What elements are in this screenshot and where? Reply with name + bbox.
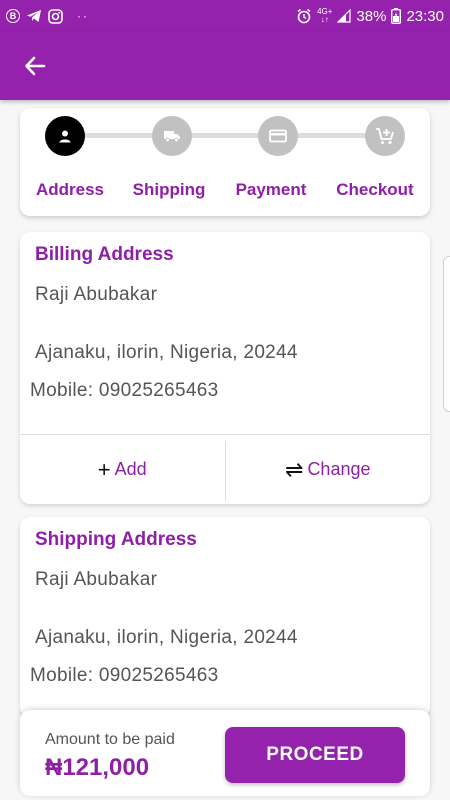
cart-add-icon <box>376 128 394 145</box>
billing-address-card: Billing Address Raji Abubakar Ajanaku, i… <box>20 232 430 504</box>
billing-address-title: Billing Address <box>35 244 174 265</box>
step-shipping-indicator[interactable] <box>152 116 192 156</box>
battery-charging-icon <box>391 8 402 24</box>
add-address-button[interactable]: + Add <box>20 435 225 504</box>
billing-mobile: Mobile: 09025265463 <box>30 380 219 401</box>
shipping-mobile: Mobile: 09025265463 <box>30 665 219 686</box>
person-icon <box>59 130 71 143</box>
step-label-address[interactable]: Address <box>15 180 125 200</box>
b-bubble-icon: B <box>6 9 20 23</box>
add-address-label: Add <box>114 459 147 479</box>
truck-icon <box>164 131 180 143</box>
amount-label: Amount to be paid <box>45 731 175 748</box>
step-payment-indicator[interactable] <box>258 116 298 156</box>
shipping-address-card: Shipping Address Raji Abubakar Ajanaku, … <box>20 517 430 717</box>
stepper-track <box>65 133 385 138</box>
billing-address-line: Ajanaku, ilorin, Nigeria, 20244 <box>35 342 298 363</box>
change-address-button[interactable]: ⇌ Change <box>226 435 431 504</box>
status-bar: B ·· 4G+ ↓↑ 38% 23:30 <box>0 0 450 32</box>
change-address-label: Change <box>307 459 371 479</box>
proceed-button[interactable]: PROCEED <box>225 727 405 783</box>
app-bar <box>0 32 450 100</box>
swap-arrows-icon: ⇌ <box>285 456 304 482</box>
shipping-address-line: Ajanaku, ilorin, Nigeria, 20244 <box>35 627 298 648</box>
battery-percent: 38% <box>356 7 387 25</box>
back-button[interactable] <box>20 51 50 81</box>
arrow-left-icon <box>25 56 46 76</box>
billing-name: Raji Abubakar <box>35 284 158 305</box>
signal-icon <box>337 9 352 23</box>
more-dots-icon: ·· <box>77 9 89 23</box>
billing-actions: + Add ⇌ Change <box>20 435 430 504</box>
clock: 23:30 <box>406 7 444 25</box>
network-type-icon: 4G+ ↓↑ <box>317 8 332 24</box>
step-checkout-indicator[interactable] <box>365 116 405 156</box>
checkout-stepper: Address Shipping Payment Checkout <box>20 108 430 216</box>
shipping-name: Raji Abubakar <box>35 569 158 590</box>
shipping-address-title: Shipping Address <box>35 529 197 550</box>
step-address-indicator[interactable] <box>45 116 85 156</box>
card-icon <box>269 129 287 143</box>
plus-icon: + <box>97 456 111 482</box>
step-label-checkout[interactable]: Checkout <box>320 180 430 200</box>
step-label-payment[interactable]: Payment <box>216 180 326 200</box>
alarm-icon <box>296 8 312 24</box>
network-arrows: ↓↑ <box>320 15 329 24</box>
amount-value: ₦121,000 <box>45 754 150 781</box>
telegram-icon <box>26 9 42 23</box>
instagram-icon <box>48 8 63 24</box>
payment-summary-bar: Amount to be paid ₦121,000 PROCEED <box>20 710 430 796</box>
side-scroll-handle[interactable] <box>443 256 450 412</box>
status-left: B ·· <box>6 8 89 24</box>
step-label-shipping[interactable]: Shipping <box>114 180 224 200</box>
status-right: 4G+ ↓↑ 38% 23:30 <box>296 8 444 25</box>
